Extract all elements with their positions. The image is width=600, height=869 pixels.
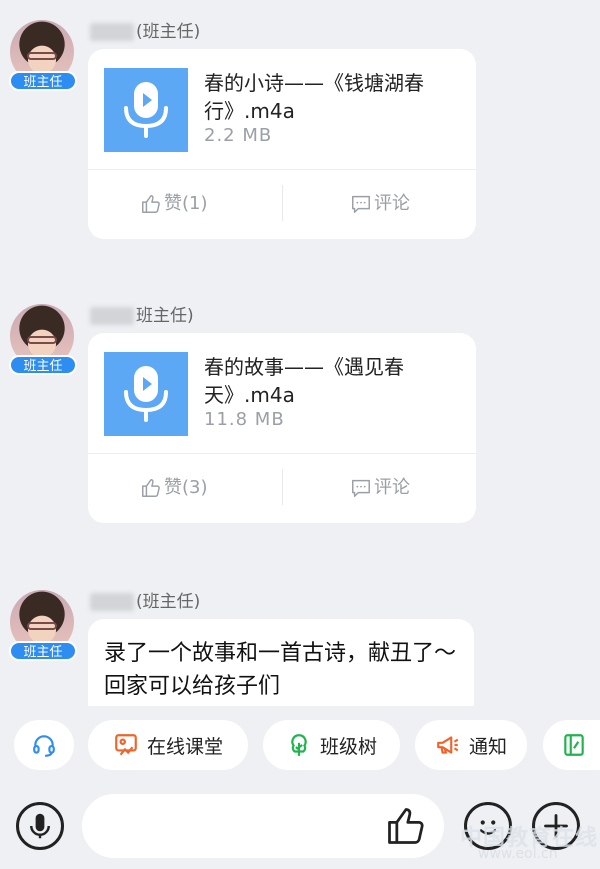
divider xyxy=(88,169,476,170)
thumbs-up-icon xyxy=(142,195,160,213)
comment-button[interactable]: 评论 xyxy=(350,189,410,219)
headset-icon xyxy=(33,735,55,757)
megaphone-icon xyxy=(437,736,459,754)
role-badge: 班主任 xyxy=(9,641,77,661)
thumbs-up-icon xyxy=(142,479,160,497)
comment-label: 评论 xyxy=(374,193,410,214)
microphone-icon xyxy=(30,813,50,839)
customer-service-button[interactable] xyxy=(14,720,74,770)
comment-label: 评论 xyxy=(374,477,410,498)
divider xyxy=(282,185,283,221)
chip-label: 班级树 xyxy=(319,735,377,758)
like-label: 赞(1) xyxy=(164,193,208,214)
like-send-button[interactable] xyxy=(384,804,428,848)
notebook-icon xyxy=(564,734,584,756)
sender-name: 班主任) xyxy=(90,304,194,328)
class-tree-button[interactable]: 班级树 xyxy=(263,720,400,770)
tree-icon xyxy=(291,734,307,756)
chip-label: 通知 xyxy=(468,735,507,758)
role-badge: 班主任 xyxy=(9,355,77,375)
comment-icon xyxy=(352,195,370,213)
divider xyxy=(88,453,476,454)
avatar[interactable]: 班主任 xyxy=(8,20,78,91)
avatar[interactable]: 班主任 xyxy=(8,304,78,375)
audio-file-card[interactable]: 春的故事——《遇见春天》.m4a 11.8 MB 赞(3) 评论 xyxy=(88,333,476,523)
role-badge: 班主任 xyxy=(9,71,77,91)
avatar[interactable]: 班主任 xyxy=(8,590,78,661)
file-name: 春的故事——《遇见春天》.m4a xyxy=(204,355,404,407)
voice-button[interactable] xyxy=(16,802,64,850)
notice-button[interactable]: 通知 xyxy=(415,720,527,770)
like-button[interactable]: 赞(3) xyxy=(140,473,208,503)
file-name: 春的小诗——《钱塘湖春行》.m4a xyxy=(204,71,424,123)
blurred-name xyxy=(90,593,134,611)
message-text: 录了一个故事和一首古诗，献丑了～回家可以给孩子们 xyxy=(104,641,457,699)
sender-role: (班主任) xyxy=(136,592,201,612)
comment-icon xyxy=(352,479,370,497)
blurred-name xyxy=(90,307,134,325)
watermark-url: www.eol.cn xyxy=(478,846,558,862)
audio-file-card[interactable]: 春的小诗——《钱塘湖春行》.m4a 2.2 MB 赞(1) 评论 xyxy=(88,49,476,239)
chip-label: 在线课堂 xyxy=(146,735,223,758)
thumbs-up-icon xyxy=(388,808,424,844)
divider xyxy=(282,469,283,505)
audio-file-icon xyxy=(104,68,188,152)
online-class-button[interactable]: 在线课堂 xyxy=(88,720,248,770)
sender-name: (班主任) xyxy=(90,590,200,614)
sender-role: 班主任) xyxy=(136,306,194,326)
homework-button[interactable] xyxy=(543,720,600,770)
audio-file-icon xyxy=(104,352,188,436)
sender-name: (班主任) xyxy=(90,20,200,44)
like-label: 赞(3) xyxy=(164,477,208,498)
quick-action-bar: 在线课堂 班级树 通知 xyxy=(0,706,600,788)
comment-button[interactable]: 评论 xyxy=(350,473,410,503)
sender-role: (班主任) xyxy=(136,22,201,42)
blurred-name xyxy=(90,23,134,41)
file-size: 11.8 MB xyxy=(204,409,285,430)
online-class-icon xyxy=(115,734,137,756)
file-size: 2.2 MB xyxy=(204,125,273,146)
like-button[interactable]: 赞(1) xyxy=(140,189,208,219)
